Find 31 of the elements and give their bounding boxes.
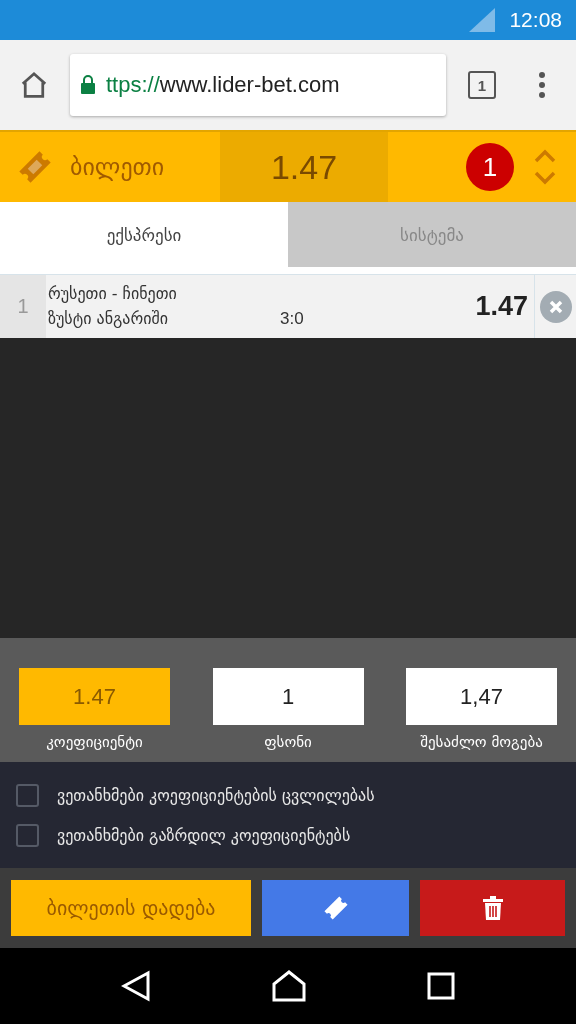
- lock-icon: [80, 75, 96, 95]
- recents-icon[interactable]: [427, 972, 456, 1000]
- bet-match: რუსეთი - ჩინეთი: [48, 284, 178, 303]
- ticket-icon: [16, 148, 54, 186]
- bet-odds: 1.47: [475, 291, 528, 322]
- total-odds: 1.47: [220, 132, 388, 202]
- ticket-button[interactable]: [262, 880, 409, 936]
- bet-market: ზუსტი ანგარიში: [48, 309, 170, 329]
- status-time: 12:08: [509, 8, 562, 32]
- checkbox-label: ვეთანხმები კოეფიციენტების ცვლილებას: [57, 785, 375, 805]
- url-text: ttps://www.lider-bet.com: [106, 72, 340, 98]
- ticket-title: ბილეთი: [70, 153, 166, 181]
- signal-icon: [469, 8, 496, 32]
- delete-button[interactable]: [420, 880, 565, 936]
- trash-icon: [482, 896, 503, 920]
- value-label: კოეფიციენტი: [46, 733, 143, 751]
- checkbox[interactable]: [16, 823, 39, 847]
- checkbox-label: ვეთანხმები გაზრდილ კოეფიციენტებს: [57, 825, 351, 845]
- tab[interactable]: ექსპრესი: [0, 202, 288, 267]
- checkbox[interactable]: [16, 783, 39, 807]
- bet-pick: 3:0: [280, 309, 304, 329]
- home-icon[interactable]: [272, 970, 306, 1002]
- bet-number: 1: [0, 275, 46, 338]
- value-label: ფსონი: [264, 733, 312, 751]
- value-label: შესაძლო მოგება: [420, 733, 543, 751]
- count-badge: 1: [466, 143, 514, 191]
- value-field[interactable]: 1,47: [406, 668, 557, 725]
- value-field[interactable]: 1: [212, 668, 364, 725]
- back-icon[interactable]: [120, 970, 151, 1002]
- url-field[interactable]: ttps://www.lider-bet.com: [70, 54, 446, 116]
- tab-count[interactable]: 1: [468, 71, 496, 99]
